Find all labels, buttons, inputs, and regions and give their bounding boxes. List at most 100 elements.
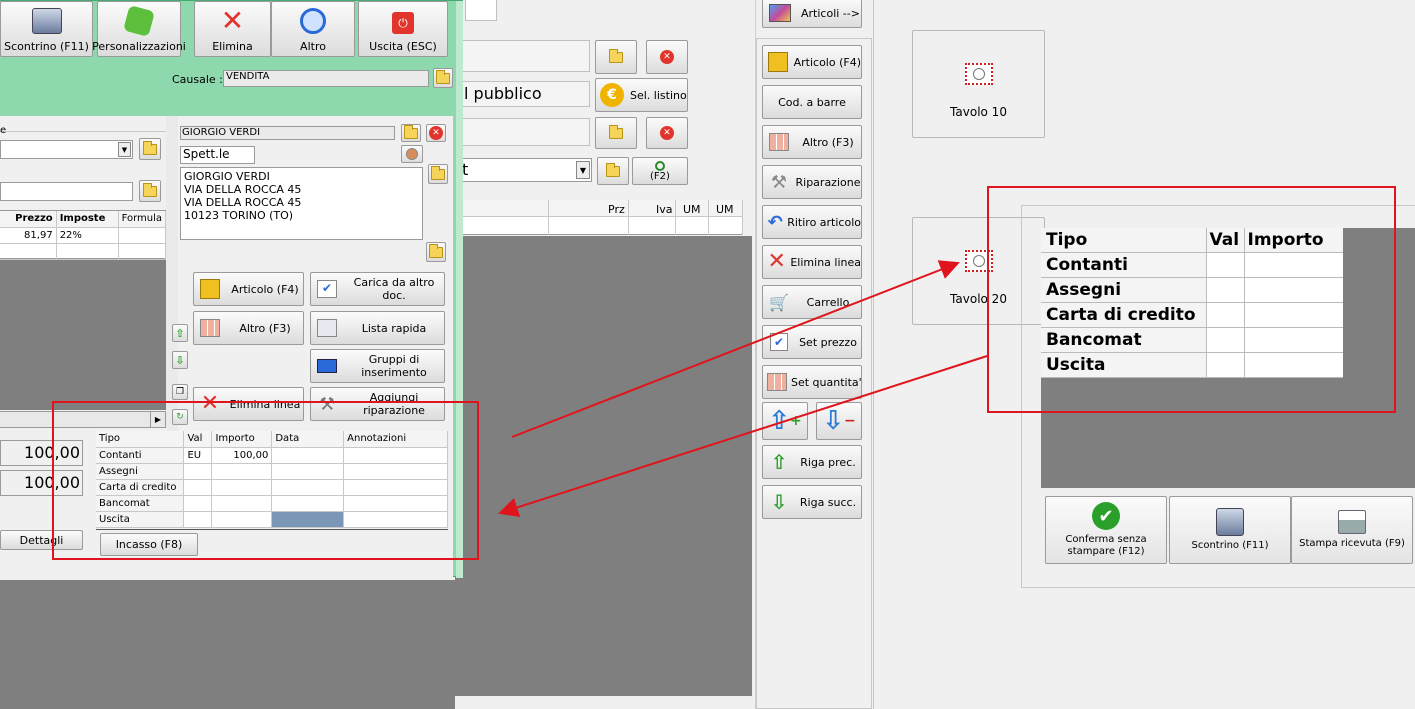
search-icon: [655, 160, 665, 171]
elimina-button[interactable]: ✕ Elimina: [194, 1, 271, 57]
personalizzazioni-button-label: Personalizzazioni: [92, 40, 186, 53]
scontrino-f11-button[interactable]: Scontrino (F11): [1169, 496, 1291, 564]
top-field[interactable]: [465, 0, 497, 21]
sel-listino-button[interactable]: € Sel. listino: [595, 78, 688, 112]
customer-name-field[interactable]: GIORGIO VERDI: [180, 126, 395, 140]
rt-carrello-button-label: Carrello: [806, 295, 850, 309]
folder-button-2[interactable]: [595, 117, 637, 149]
move-down-button[interactable]: ⇩ −: [816, 402, 862, 440]
cell-imposte[interactable]: 22%: [56, 227, 119, 244]
box-add-icon: [767, 52, 790, 72]
monitor-icon: [769, 4, 791, 22]
rt-riga-succ-button[interactable]: ⇩ Riga succ.: [762, 485, 862, 519]
listino-field: l pubblico: [455, 81, 590, 107]
code-field[interactable]: [455, 40, 590, 72]
articolo-f4-button-label: Articolo (F4): [231, 282, 299, 296]
table-icon: [964, 63, 993, 85]
articoli-button[interactable]: Articoli -->: [762, 0, 862, 28]
rt-set-quantita-button[interactable]: Set quantita': [762, 365, 862, 399]
address-line-3: VIA DELLA ROCCA 45: [184, 196, 302, 209]
folder-icon: [436, 69, 450, 84]
grid-add-icon: [199, 319, 221, 337]
address-textarea[interactable]: GIORGIO VERDI VIA DELLA ROCCA 45 VIA DEL…: [180, 167, 423, 240]
rt-riparazione-button[interactable]: ⚒ Riparazione: [762, 165, 862, 199]
cell-prezzo[interactable]: 81,97: [0, 227, 57, 244]
move-up-button[interactable]: ⇧ +: [762, 402, 808, 440]
copy-button[interactable]: ❐: [172, 384, 188, 400]
client-folder-button-2[interactable]: [139, 180, 161, 202]
col-prezzo: Prezzo: [0, 211, 57, 228]
right-toolbar: Articoli --> ⇧ + ⇩ − Articolo (F4) Cod. a b…: [755, 0, 873, 709]
causale-folder-button[interactable]: [433, 68, 453, 88]
rt-riga-prec-button-label: Riga prec.: [800, 455, 856, 469]
delete-icon: ✕: [220, 4, 245, 37]
listino-text: l pubblico: [464, 84, 542, 103]
scontrino-button-label: Scontrino (F11): [4, 40, 89, 53]
scontrino-button[interactable]: Scontrino (F11): [0, 1, 93, 57]
table-button-10[interactable]: Tavolo 10: [912, 30, 1045, 138]
client-select[interactable]: ▼: [0, 140, 133, 159]
folder-button-3[interactable]: [597, 157, 629, 185]
cart-icon: 🛒: [769, 292, 789, 312]
carica-altro-doc-button[interactable]: ✔ Carica da altro doc.: [310, 272, 445, 306]
altro-button-label: Altro: [300, 40, 326, 53]
stampa-ricevuta-button[interactable]: Stampa ricevuta (F9): [1291, 496, 1413, 564]
customer-delete-button[interactable]: ✕: [426, 124, 446, 142]
altro-button[interactable]: Altro: [271, 1, 355, 57]
altro-f3-button-label: Altro (F3): [239, 321, 291, 335]
causale-field[interactable]: VENDITA: [223, 70, 429, 87]
rt-altro-button[interactable]: Altro (F3): [762, 125, 862, 159]
dropdown-field[interactable]: t ▼: [455, 158, 592, 182]
rt-elimina-linea-button[interactable]: ✕ Elimina linea: [762, 245, 862, 279]
lista-rapida-button-label: Lista rapida: [361, 321, 427, 335]
person-search-button[interactable]: [401, 145, 423, 163]
return-icon: ↶: [767, 211, 783, 233]
uscita-button[interactable]: ⏻ Uscita (ESC): [358, 1, 448, 57]
delete-icon: ✕: [429, 126, 443, 140]
chevron-down-icon[interactable]: ▼: [118, 142, 131, 157]
annotation-box-small: [52, 401, 479, 560]
altro-f3-button[interactable]: Altro (F3): [193, 311, 304, 345]
rt-carrello-button[interactable]: 🛒 Carrello: [762, 285, 862, 319]
address-line-4: 10123 TORINO (TO): [184, 209, 294, 222]
gruppi-inserimento-button[interactable]: Gruppi di inserimento: [310, 349, 445, 383]
chevron-down-icon[interactable]: ▼: [576, 161, 590, 179]
grid-add-icon: [767, 133, 791, 151]
rt-set-prezzo-button-label: Set prezzo: [799, 335, 857, 349]
rt-riga-prec-button[interactable]: ⇧ Riga prec.: [762, 445, 862, 479]
folder-icon: [429, 243, 443, 258]
delete-icon: ✕: [660, 126, 674, 140]
rt-set-prezzo-button[interactable]: ✔ Set prezzo: [762, 325, 862, 359]
delete-button-2[interactable]: ✕: [646, 117, 688, 149]
rt-cod-barre-button[interactable]: Cod. a barre: [762, 85, 862, 119]
rt-ritiro-button[interactable]: ↶ Ritiro articolo: [762, 205, 862, 239]
sel-listino-label: Sel. listino: [630, 88, 687, 102]
delete-icon: ✕: [660, 50, 674, 64]
cell-formula[interactable]: [118, 227, 167, 244]
col-iva: Iva: [656, 203, 673, 216]
row-down-button[interactable]: ⇩: [172, 351, 188, 369]
conferma-senza-stampare-button[interactable]: ✔ Conferma senza stampare (F12): [1045, 496, 1167, 564]
lista-rapida-button[interactable]: Lista rapida: [310, 311, 445, 345]
salutation-field[interactable]: Spett.le: [180, 146, 255, 164]
client-field-2[interactable]: [0, 182, 133, 201]
address-folder-button-2[interactable]: [426, 242, 446, 262]
field-2[interactable]: [455, 118, 590, 146]
rt-articolo-button[interactable]: Articolo (F4): [762, 45, 862, 79]
arrow-up-icon: ⇧: [175, 326, 185, 340]
delete-button-1[interactable]: ✕: [646, 40, 688, 74]
col-imposte: Imposte: [56, 211, 119, 228]
row-up-button[interactable]: ⇧: [172, 324, 188, 342]
client-folder-button[interactable]: [139, 138, 161, 160]
rt-riga-succ-button-label: Riga succ.: [799, 495, 857, 509]
quantity-grid-icon: [767, 373, 787, 391]
causale-label: Causale :: [172, 73, 223, 86]
folder-button-1[interactable]: [595, 40, 637, 74]
articolo-f4-button[interactable]: Articolo (F4): [193, 272, 304, 306]
search-f2-button[interactable]: (F2): [632, 157, 688, 185]
rt-riparazione-button-label: Riparazione: [795, 175, 861, 189]
items-grid-header: Prz Iva UM UM: [455, 200, 743, 235]
personalizzazioni-button[interactable]: Personalizzazioni: [92, 1, 186, 57]
address-folder-button[interactable]: [428, 164, 448, 184]
customer-folder-button[interactable]: [401, 124, 421, 142]
